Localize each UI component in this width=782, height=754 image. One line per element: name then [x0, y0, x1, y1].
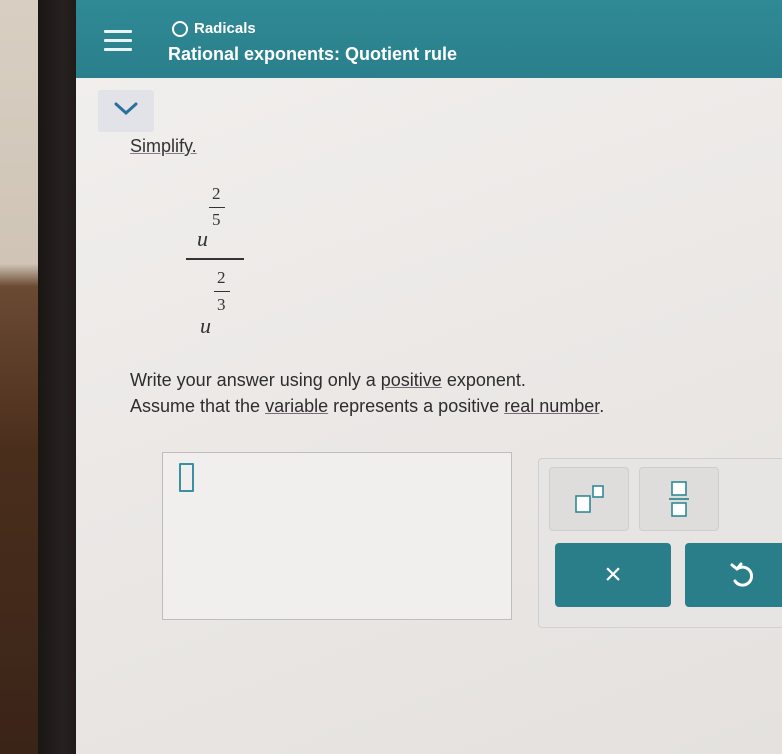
superscript-button[interactable]	[549, 467, 629, 531]
instructions-line-2: Assume that the variable represents a po…	[130, 396, 604, 417]
positive-link[interactable]: positive	[381, 370, 442, 390]
math-toolbar: ×	[538, 458, 782, 628]
instructions-line-1: Write your answer using only a positive …	[130, 370, 526, 391]
instr1-text-end: exponent.	[441, 370, 526, 390]
superscript-template-icon	[575, 485, 604, 513]
num-exp-bar	[209, 207, 225, 208]
topic-label: Radicals	[194, 20, 256, 37]
instr1-text: Write your answer using only a	[130, 370, 381, 390]
header-bar: Radicals Rational exponents: Quotient ru…	[76, 0, 782, 78]
den-exp-denominator: 3	[217, 295, 226, 314]
den-exp-bar	[214, 291, 230, 292]
numerator-base: u	[197, 226, 208, 251]
instr2-text: Assume that the	[130, 396, 266, 416]
photo-background	[0, 0, 40, 754]
denominator-base: u	[200, 313, 211, 338]
answer-input[interactable]	[162, 452, 512, 620]
clear-button[interactable]: ×	[555, 543, 671, 607]
page-title: Rational exponents: Quotient rule	[168, 44, 458, 64]
main-fraction-bar	[186, 258, 244, 260]
num-exp-numerator: 2	[212, 184, 221, 203]
undo-icon	[730, 562, 753, 587]
answer-cursor	[179, 463, 194, 492]
screen: Radicals Rational exponents: Quotient ru…	[76, 0, 782, 754]
collapse-toggle[interactable]	[98, 90, 154, 132]
fraction-template-icon	[669, 481, 689, 517]
num-exp-denominator: 5	[212, 210, 221, 229]
real-number-link[interactable]: real number	[504, 396, 599, 416]
prompt-simplify: Simplify.	[130, 136, 197, 156]
topic-radio-icon	[172, 21, 188, 37]
variable-link[interactable]: variable	[265, 396, 328, 416]
undo-button[interactable]	[685, 543, 782, 607]
hamburger-menu-icon[interactable]	[104, 30, 132, 52]
chevron-down-icon	[114, 102, 138, 116]
fraction-button[interactable]	[639, 467, 719, 531]
den-exp-numerator: 2	[217, 268, 226, 287]
instr2-text-end: .	[599, 396, 605, 416]
instr2-text-mid: represents a positive	[328, 396, 505, 416]
monitor-bezel	[38, 0, 78, 754]
